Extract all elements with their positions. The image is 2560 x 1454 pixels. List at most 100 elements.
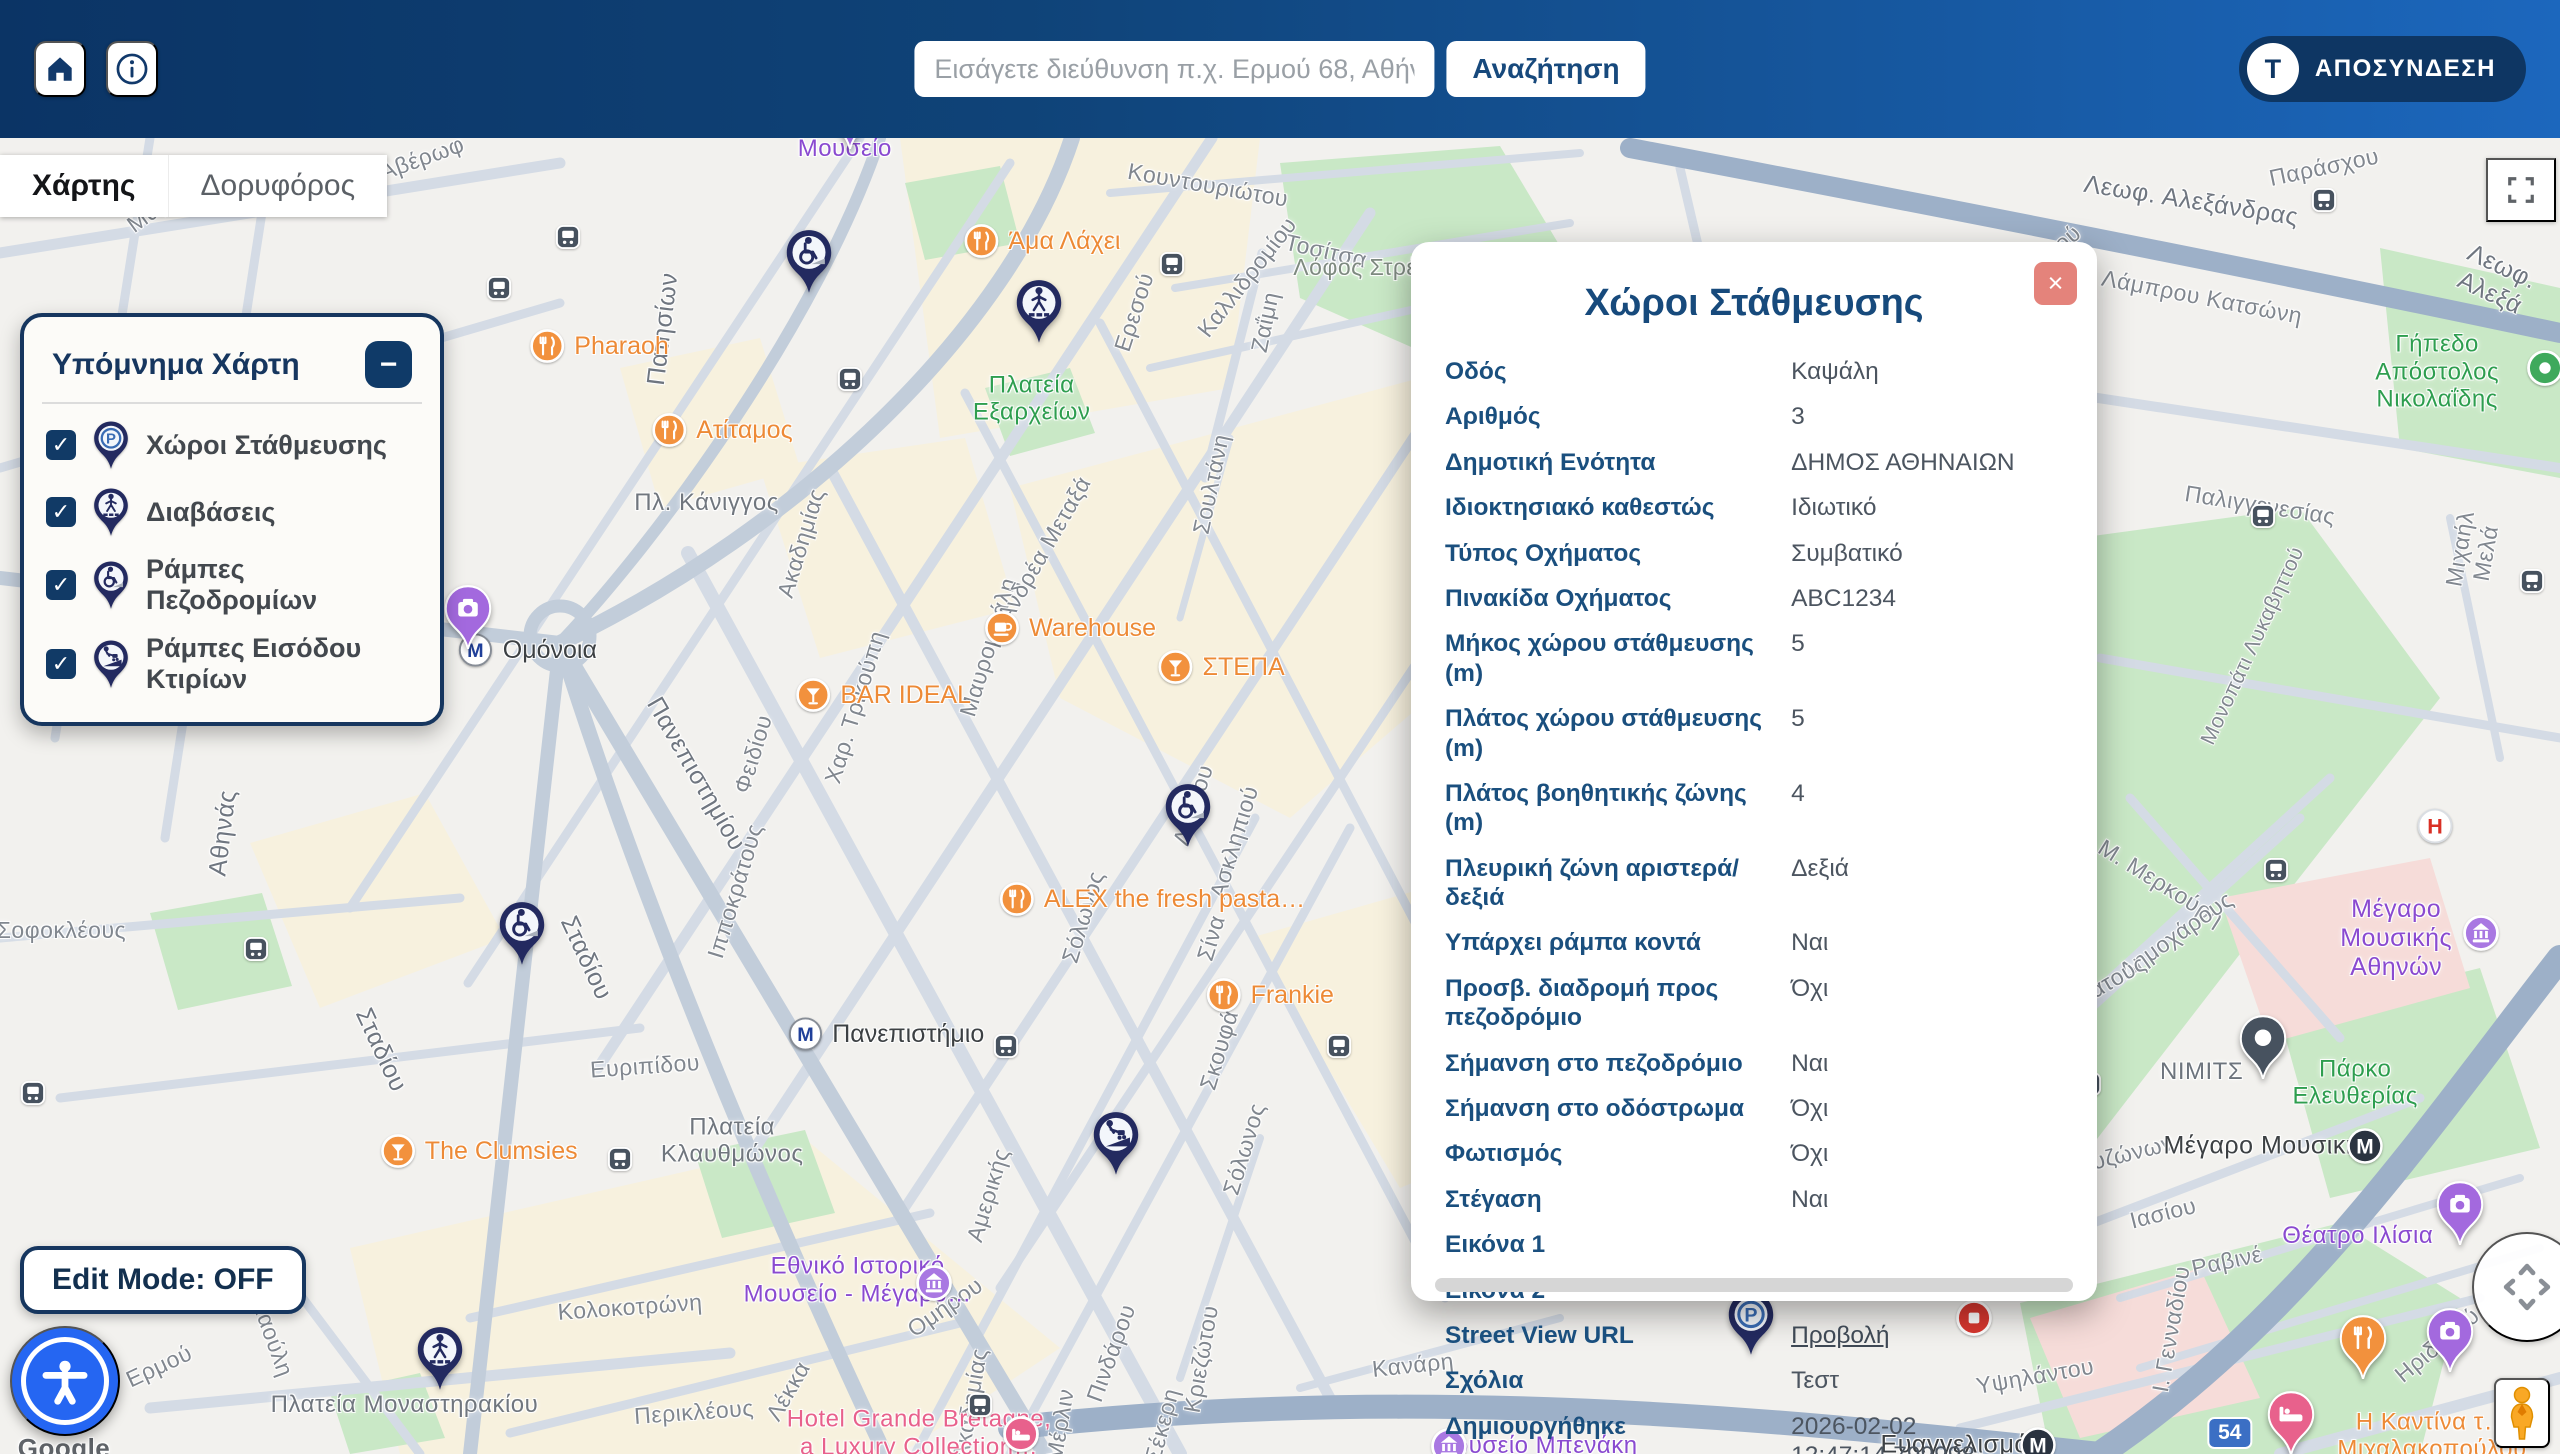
detail-value: Ναι — [1791, 928, 1828, 957]
legend-collapse-button[interactable]: − — [365, 341, 412, 388]
metro-icon — [787, 1016, 823, 1052]
tab-satellite[interactable]: Δορυφόρος — [168, 155, 388, 217]
map-pin[interactable] — [2434, 1180, 2486, 1246]
map-pin[interactable] — [496, 900, 548, 966]
detail-value: 5 — [1791, 704, 1805, 733]
poi-icon — [795, 677, 831, 713]
poi-badge-icon[interactable] — [915, 1264, 953, 1302]
poi-icon — [1158, 649, 1194, 685]
legend-item[interactable]: ✓ Διαβάσεις — [46, 487, 418, 537]
legend-item-label: Ράμπες Πεζοδρομίων — [146, 554, 418, 616]
legend-item[interactable]: ✓ Χώροι Στάθμευσης — [46, 420, 418, 470]
accessibility-icon — [38, 1354, 92, 1408]
poi-marker[interactable]: The Clumsies — [380, 1133, 578, 1169]
tab-map[interactable]: Χάρτης — [0, 155, 168, 217]
map-pin[interactable] — [442, 584, 494, 650]
detail-label: Πλάτος βοηθητικής ζώνης (m) — [1445, 779, 1791, 838]
detail-row: Μήκος χώρου στάθμευσης (m) 5 — [1437, 621, 2071, 696]
detail-value: Τεστ — [1791, 1366, 1839, 1395]
poi-marker[interactable]: ΣΤΕΠΑ — [1158, 649, 1285, 685]
detail-row: Δημοτική Ενότητα ΔΗΜΟΣ ΑΘΗΝΑΙΩΝ — [1437, 440, 2071, 485]
fullscreen-button[interactable] — [2486, 158, 2556, 222]
detail-value: Ναι — [1791, 1049, 1828, 1078]
poi-marker[interactable]: BAR IDEAL — [795, 677, 971, 713]
info-icon — [114, 51, 150, 87]
legend-item[interactable]: ✓ Ράμπες Εισόδου Κτιρίων — [46, 633, 418, 695]
poi-icon — [999, 881, 1035, 917]
map-pin[interactable] — [783, 229, 835, 295]
poi-marker[interactable]: Άμα Λάχει — [963, 223, 1120, 259]
detail-label: Αριθμός — [1445, 402, 1791, 431]
search-button[interactable]: Αναζήτηση — [1446, 41, 1645, 97]
poi-icon — [651, 412, 687, 448]
horizontal-scrollbar[interactable] — [1435, 1278, 2073, 1292]
detail-value: 5 — [1791, 629, 1805, 658]
map-pin[interactable] — [1090, 1110, 1142, 1176]
poi-icon — [984, 610, 1020, 646]
detail-row: Street View URL Προβολή — [1437, 1313, 2071, 1358]
legend-checkbox[interactable]: ✓ — [46, 430, 76, 460]
map-pin[interactable] — [2237, 1014, 2289, 1080]
legend-checkbox[interactable]: ✓ — [46, 497, 76, 527]
detail-row: Σήμανση στο πεζοδρόμιο Ναι — [1437, 1041, 2071, 1086]
detail-row: Πλάτος βοηθητικής ζώνης (m) 4 — [1437, 771, 2071, 846]
accessibility-button[interactable] — [10, 1326, 120, 1436]
map-pin[interactable] — [1013, 279, 1065, 345]
poi-marker[interactable]: Pharaoh — [529, 328, 669, 364]
poi-label: Άμα Λάχει — [1008, 227, 1120, 255]
detail-value: Προβολή — [1791, 1321, 1889, 1350]
map-canvas[interactable]: ΑβέρωφΜάρνηΠατησίωνΚουντουριώτουΤοσίτσαΖ… — [0, 138, 2560, 1454]
poi-marker[interactable]: ALEX the fresh pasta… — [999, 881, 1305, 917]
avatar: T — [2247, 43, 2299, 95]
logout-button[interactable]: T ΑΠΟΣΥΝΔΕΣΗ — [2239, 36, 2526, 102]
detail-value: 4 — [1791, 779, 1805, 808]
close-button[interactable]: × — [2034, 262, 2077, 305]
edit-mode-button[interactable]: Edit Mode: OFF — [20, 1246, 306, 1314]
detail-label: Τύπος Οχήματος — [1445, 539, 1791, 568]
popup-title: Χώροι Στάθμευσης — [1437, 282, 2071, 325]
detail-value: Καψάλη — [1791, 357, 1879, 386]
poi-label: The Clumsies — [425, 1137, 578, 1165]
poi-marker[interactable]: Frankie — [1206, 977, 1334, 1013]
legend-checkbox[interactable]: ✓ — [46, 570, 76, 600]
detail-label: Οδός — [1445, 357, 1791, 386]
detail-row: Πλάτος χώρου στάθμευσης (m) 5 — [1437, 696, 2071, 771]
legend-pin-icon — [91, 487, 131, 537]
home-icon — [43, 52, 77, 86]
poi-icon — [380, 1133, 416, 1169]
detail-row: Στέγαση Ναι — [1437, 1177, 2071, 1222]
detail-value: Όχι — [1791, 1139, 1828, 1168]
map-pin[interactable] — [414, 1325, 466, 1391]
search-group: Αναζήτηση — [914, 41, 1645, 97]
poi-badge-icon[interactable] — [2526, 349, 2560, 387]
detail-value: Όχι — [1791, 974, 1828, 1003]
poi-badge-icon[interactable] — [2462, 914, 2500, 952]
map-pin[interactable] — [1162, 783, 1214, 849]
legend-item[interactable]: ✓ Ράμπες Πεζοδρομίων — [46, 554, 418, 616]
map-pin[interactable] — [2265, 1391, 2317, 1454]
detail-label: Φωτισμός — [1445, 1139, 1791, 1168]
poi-marker[interactable]: Ατίταμος — [651, 412, 792, 448]
poi-marker[interactable]: Warehouse — [984, 610, 1156, 646]
poi-badge-icon[interactable] — [1002, 1415, 1040, 1453]
legend-item-label: Διαβάσεις — [146, 497, 275, 528]
poi-badge-icon[interactable] — [2416, 807, 2454, 845]
detail-label: Σήμανση στο πεζοδρόμιο — [1445, 1049, 1791, 1078]
parking-details-popup: × Χώροι Στάθμευσης Οδός Καψάλη Αριθμός 3… — [1411, 242, 2097, 1301]
detail-row: Φωτισμός Όχι — [1437, 1131, 2071, 1176]
map-pin[interactable] — [824, 138, 876, 150]
legend-item-label: Ράμπες Εισόδου Κτιρίων — [146, 633, 418, 695]
metro-station[interactable]: Πανεπιστήμιο — [787, 1016, 984, 1052]
home-button[interactable] — [34, 41, 86, 97]
info-button[interactable] — [106, 41, 158, 97]
legend-checkbox[interactable]: ✓ — [46, 649, 76, 679]
detail-label: Σχόλια — [1445, 1366, 1791, 1395]
map-pin[interactable] — [2424, 1308, 2476, 1374]
poi-badge-icon[interactable] — [2346, 1127, 2384, 1165]
pegman-icon — [2502, 1385, 2542, 1441]
search-input[interactable] — [914, 41, 1434, 97]
detail-row: Τύπος Οχήματος Συμβατικό — [1437, 531, 2071, 576]
poi-icon — [1206, 977, 1242, 1013]
map-pin[interactable] — [2337, 1314, 2389, 1380]
pegman-button[interactable] — [2494, 1378, 2550, 1448]
